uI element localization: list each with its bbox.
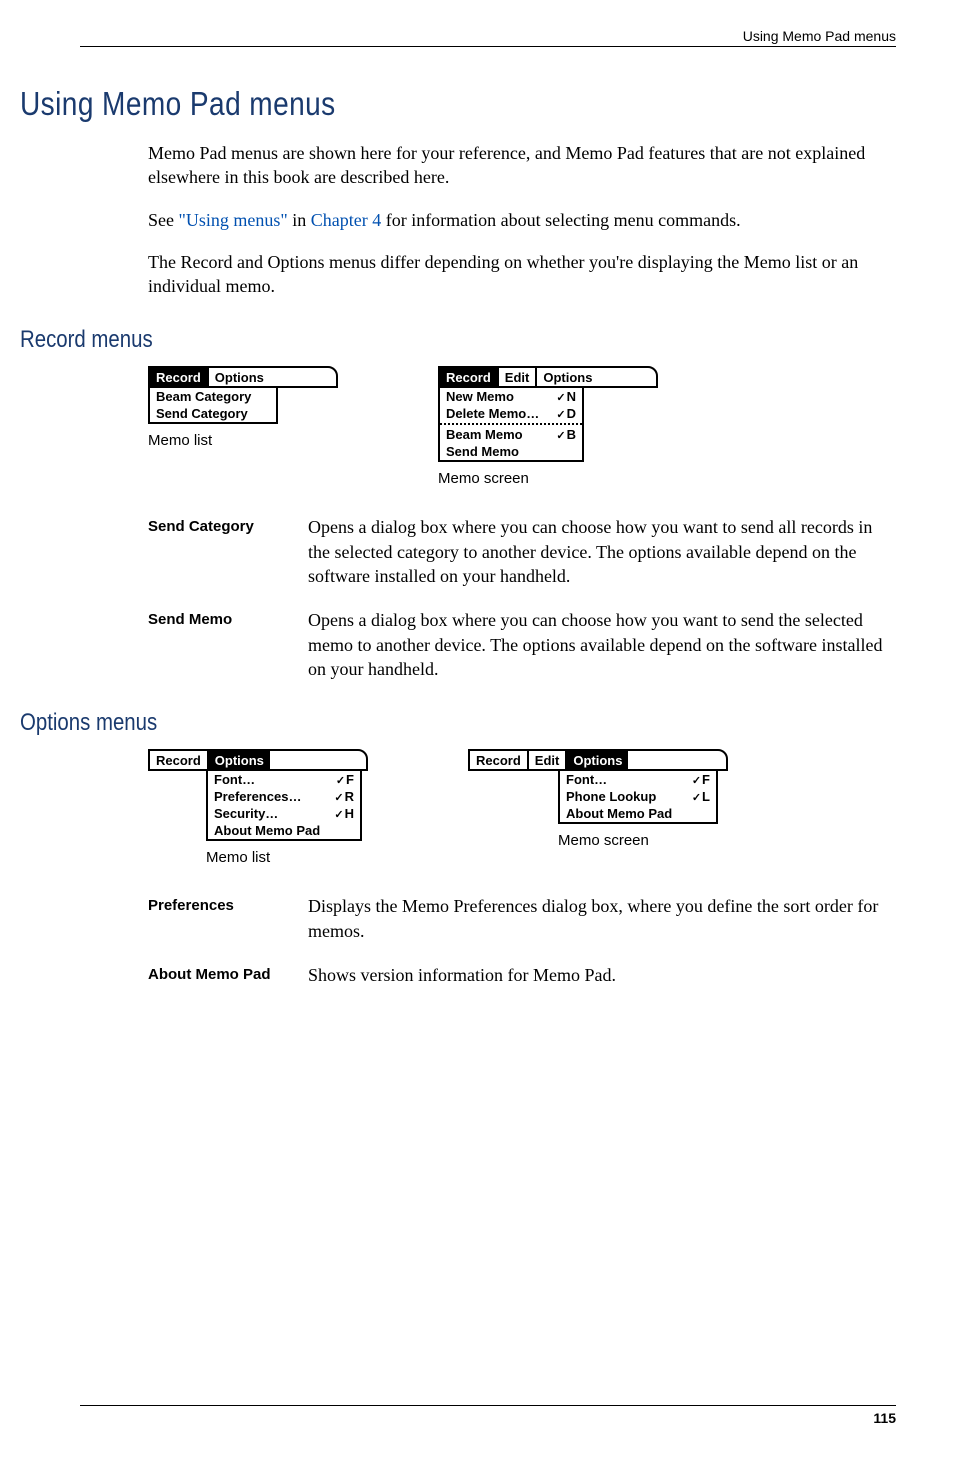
menu-item-label: Send Category bbox=[156, 406, 248, 421]
intro-p2-pre: See bbox=[148, 210, 179, 230]
menu-tab-edit: Edit bbox=[499, 368, 538, 386]
def-body: Shows version information for Memo Pad. bbox=[308, 963, 896, 987]
menu-item: Send Memo bbox=[440, 443, 582, 460]
def-body: Displays the Memo Preferences dialog box… bbox=[308, 894, 896, 943]
menu-item-label: Send Memo bbox=[446, 444, 519, 459]
def-term: Send Category bbox=[148, 515, 308, 588]
options-list-block: Record Options Font… F Preferences… R Secu… bbox=[148, 749, 368, 866]
record-list-caption: Memo list bbox=[148, 432, 338, 449]
menu-item-label: Security… bbox=[214, 806, 278, 821]
shortcut-icon: D bbox=[556, 406, 576, 421]
menu-bar: Record Edit Options bbox=[438, 366, 658, 388]
menu-item-label: Preferences… bbox=[214, 789, 301, 804]
shortcut-icon: L bbox=[692, 789, 710, 804]
menu-item: Font… F bbox=[208, 771, 360, 788]
menu-tab-options: Options bbox=[209, 368, 270, 386]
menu-dropdown: Beam Category Send Category bbox=[148, 388, 278, 424]
record-screen-caption: Memo screen bbox=[438, 470, 658, 487]
shortcut-icon: N bbox=[556, 389, 576, 404]
intro-p3: The Record and Options menus differ depe… bbox=[148, 250, 896, 299]
menu-item-label: New Memo bbox=[446, 389, 514, 404]
shortcut-icon: F bbox=[336, 772, 354, 787]
record-list-block: Record Options Beam Category Send Catego… bbox=[148, 366, 338, 487]
page-number: 115 bbox=[873, 1410, 896, 1426]
def-row: About Memo Pad Shows version information… bbox=[148, 963, 896, 987]
menu-item: New Memo N bbox=[440, 388, 582, 405]
record-list-menu: Record Options Beam Category Send Catego… bbox=[148, 366, 338, 424]
menu-item: Phone Lookup L bbox=[560, 788, 716, 805]
menu-item-label: Beam Category bbox=[156, 389, 251, 404]
chapter-4-link[interactable]: Chapter 4 bbox=[311, 210, 381, 230]
menu-tab-options: Options bbox=[567, 751, 628, 769]
menu-tab-edit: Edit bbox=[529, 751, 568, 769]
record-defs: Send Category Opens a dialog box where y… bbox=[148, 515, 896, 681]
menu-item: Send Category bbox=[150, 405, 276, 422]
options-defs: Preferences Displays the Memo Preference… bbox=[148, 894, 896, 987]
menu-item-label: Phone Lookup bbox=[566, 789, 656, 804]
intro-p2-post: for information about selecting menu com… bbox=[381, 210, 740, 230]
menu-tab-record: Record bbox=[150, 368, 209, 386]
menu-dropdown: New Memo N Delete Memo… D Beam Memo B Send … bbox=[438, 388, 584, 462]
record-screen-block: Record Edit Options New Memo N Delete Mem… bbox=[438, 366, 658, 487]
menu-item: Preferences… R bbox=[208, 788, 360, 805]
page-content: Using Memo Pad menus Memo Pad menus are … bbox=[20, 85, 896, 1007]
intro-p1: Memo Pad menus are shown here for your r… bbox=[148, 141, 896, 190]
menu-tab-record: Record bbox=[470, 751, 529, 769]
options-menus-heading: Options menus bbox=[20, 709, 765, 737]
menu-item-label: Delete Memo… bbox=[446, 406, 539, 421]
shortcut-icon: H bbox=[334, 806, 354, 821]
options-screen-block: Record Edit Options Font… F Phone Lookup L… bbox=[468, 749, 728, 866]
menu-tab-record: Record bbox=[150, 751, 209, 769]
menu-tab-options: Options bbox=[209, 751, 270, 769]
menu-item: Delete Memo… D bbox=[440, 405, 582, 422]
shortcut-icon: R bbox=[334, 789, 354, 804]
menu-bar: Record Options bbox=[148, 749, 368, 771]
menu-tab-options: Options bbox=[537, 368, 598, 386]
page-footer: 115 bbox=[80, 1405, 896, 1426]
using-menus-link[interactable]: "Using menus" bbox=[179, 210, 288, 230]
def-term: About Memo Pad bbox=[148, 963, 308, 987]
menu-item: About Memo Pad bbox=[560, 805, 716, 822]
options-menu-images: Record Options Font… F Preferences… R Secu… bbox=[148, 749, 896, 866]
options-list-menu: Record Options Font… F Preferences… R Secu… bbox=[148, 749, 368, 841]
menu-item-label: Font… bbox=[214, 772, 255, 787]
intro-p2: See "Using menus" in Chapter 4 for infor… bbox=[148, 208, 896, 232]
running-title: Using Memo Pad menus bbox=[743, 28, 896, 44]
menu-item-label: Beam Memo bbox=[446, 427, 523, 442]
shortcut-icon: F bbox=[692, 772, 710, 787]
menu-bar: Record Options bbox=[148, 366, 338, 388]
menu-item: Beam Memo B bbox=[440, 426, 582, 443]
record-screen-menu: Record Edit Options New Memo N Delete Mem… bbox=[438, 366, 658, 462]
menu-divider bbox=[440, 423, 582, 425]
def-row: Preferences Displays the Memo Preference… bbox=[148, 894, 896, 943]
intro-p2-mid: in bbox=[288, 210, 311, 230]
menu-item: Font… F bbox=[560, 771, 716, 788]
options-screen-caption: Memo screen bbox=[558, 832, 728, 849]
menu-tab-record: Record bbox=[440, 368, 499, 386]
running-header: Using Memo Pad menus bbox=[80, 28, 896, 47]
def-term: Preferences bbox=[148, 894, 308, 943]
menu-item-label: About Memo Pad bbox=[214, 823, 320, 838]
menu-dropdown: Font… F Phone Lookup L About Memo Pad bbox=[558, 771, 718, 824]
def-term: Send Memo bbox=[148, 608, 308, 681]
menu-item-label: Font… bbox=[566, 772, 607, 787]
options-list-caption: Memo list bbox=[206, 849, 368, 866]
def-body: Opens a dialog box where you can choose … bbox=[308, 608, 896, 681]
shortcut-icon: B bbox=[556, 427, 576, 442]
menu-bar: Record Edit Options bbox=[468, 749, 728, 771]
menu-item: About Memo Pad bbox=[208, 822, 360, 839]
menu-item-label: About Memo Pad bbox=[566, 806, 672, 821]
def-body: Opens a dialog box where you can choose … bbox=[308, 515, 896, 588]
record-menus-heading: Record menus bbox=[20, 326, 765, 354]
def-row: Send Category Opens a dialog box where y… bbox=[148, 515, 896, 588]
options-screen-menu: Record Edit Options Font… F Phone Lookup L… bbox=[468, 749, 728, 824]
record-menu-images: Record Options Beam Category Send Catego… bbox=[148, 366, 896, 487]
menu-dropdown: Font… F Preferences… R Security… H About Me… bbox=[206, 771, 362, 841]
page-title: Using Memo Pad menus bbox=[20, 85, 765, 123]
menu-item: Beam Category bbox=[150, 388, 276, 405]
def-row: Send Memo Opens a dialog box where you c… bbox=[148, 608, 896, 681]
menu-item: Security… H bbox=[208, 805, 360, 822]
